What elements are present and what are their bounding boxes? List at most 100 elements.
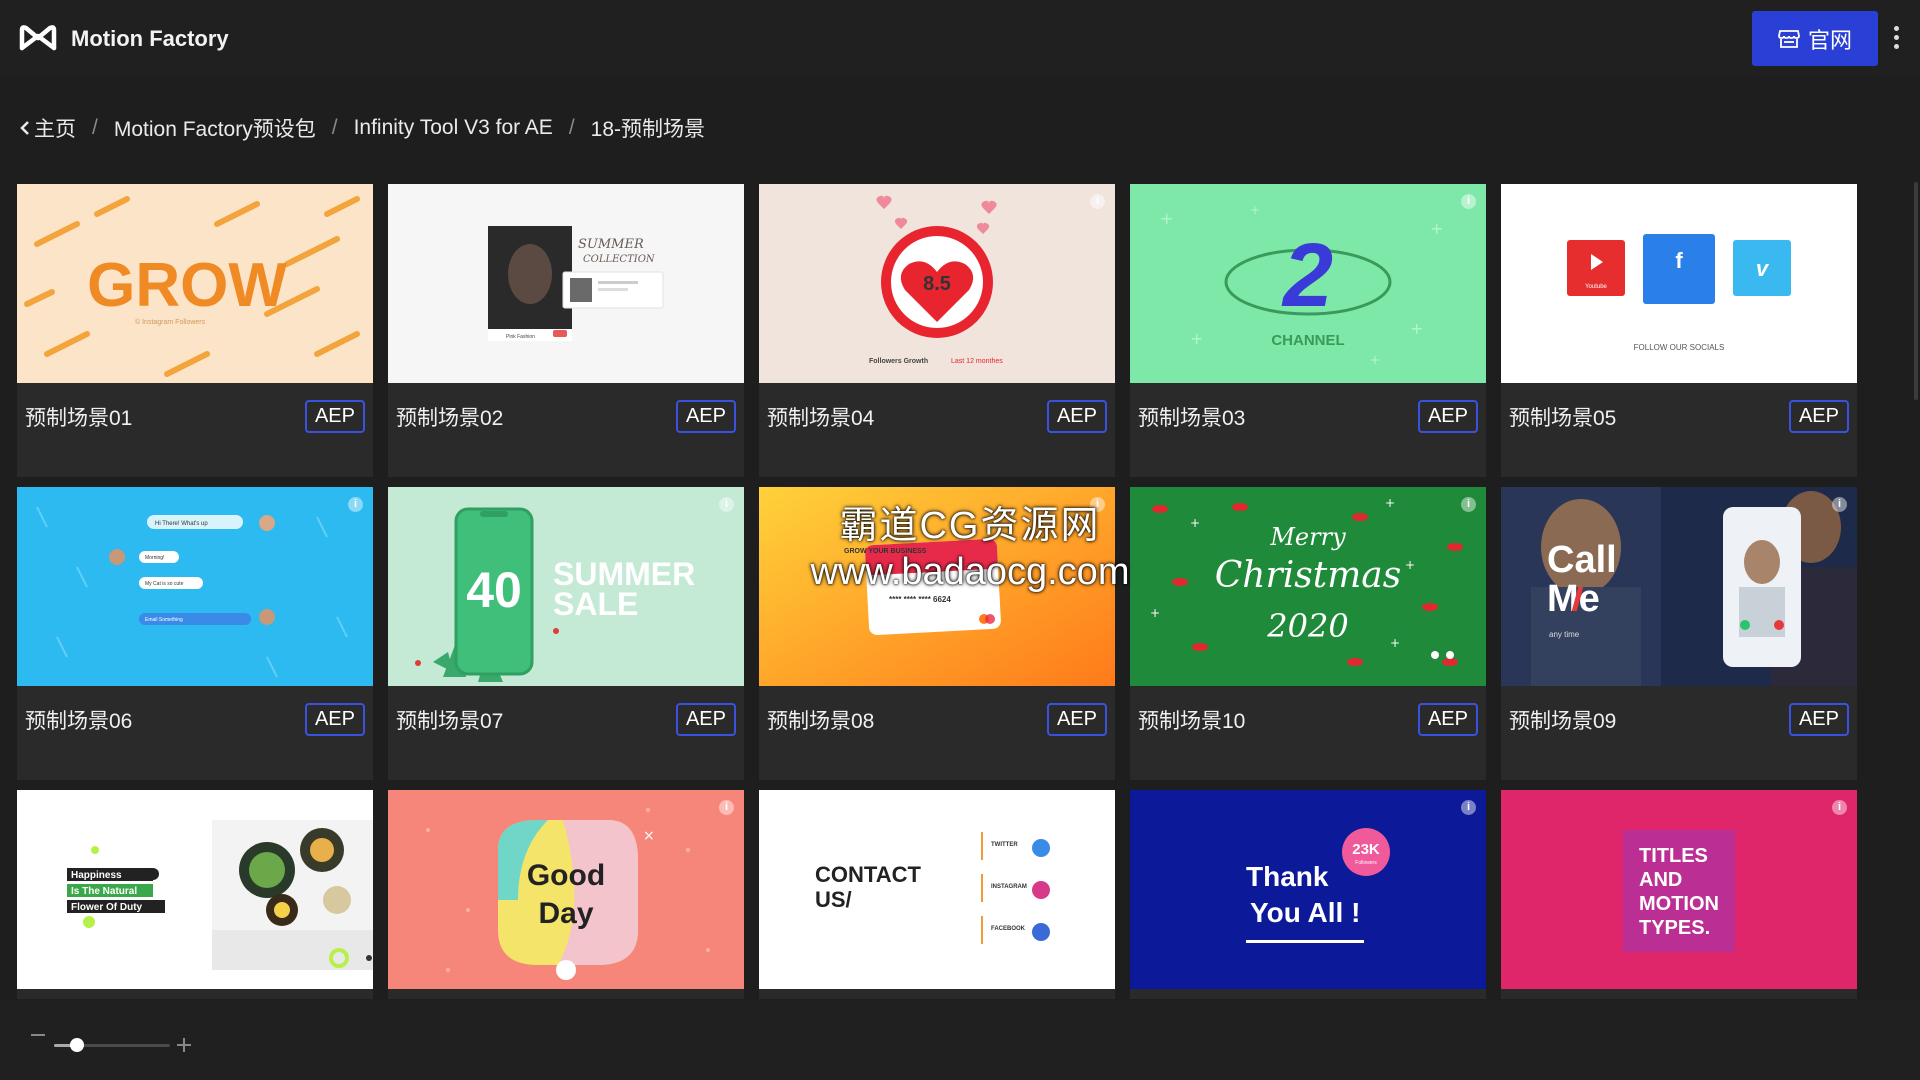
vertical-scrollbar[interactable] xyxy=(1914,182,1918,400)
breadcrumb-separator: / xyxy=(331,116,338,139)
file-type-badge: AEP xyxy=(675,400,736,433)
asset-thumbnail: GROW © Instagram Followers xyxy=(17,184,373,383)
svg-text:+: + xyxy=(1410,319,1423,338)
asset-name: 预制场景06 xyxy=(25,710,133,733)
info-icon[interactable]: i xyxy=(1090,194,1105,209)
svg-text:+: + xyxy=(1430,219,1443,238)
thumb-text: COLLECTION xyxy=(583,254,656,265)
thumb-text: GROW xyxy=(87,251,287,320)
asset-thumbnail: CONTACT US/ TWITTER INSTAGRAM FACEBOOK xyxy=(759,790,1115,989)
zoom-in-icon[interactable] xyxy=(177,1038,191,1052)
info-icon[interactable]: i xyxy=(1461,497,1476,512)
asset-card[interactable]: TITLES AND MOTION TYPES. i xyxy=(1501,790,1857,999)
asset-card[interactable]: Pink Fashion SUMMER COLLECTION 预制场景02 AE… xyxy=(388,184,744,477)
thumb-text: SUMMER xyxy=(578,237,644,252)
file-type-badge: AEP xyxy=(304,400,365,433)
thumb-text: Hi There! What's up xyxy=(155,521,208,527)
chevron-left-icon xyxy=(20,121,29,135)
asset-card[interactable]: Happiness Is The Natural Flower Of Duty xyxy=(17,790,373,999)
asset-thumbnail: Call Me any time xyxy=(1501,487,1857,686)
svg-text:×: × xyxy=(643,828,655,844)
file-type-badge: AEP xyxy=(1417,703,1478,736)
thumb-text: INSTAGRAM xyxy=(991,884,1027,890)
info-icon[interactable]: i xyxy=(719,800,734,815)
asset-card[interactable]: + + + + + + 2 CHANNEL i 预制场景03 AEP xyxy=(1130,184,1486,477)
file-type-badge: AEP xyxy=(1046,703,1107,736)
thumb-text: AND xyxy=(1639,869,1682,891)
asset-thumbnail: Good Day × xyxy=(388,790,744,989)
asset-name: 预制场景01 xyxy=(25,407,133,430)
file-type-badge: AEP xyxy=(304,703,365,736)
thumb-text: Followers Growth xyxy=(869,358,928,365)
breadcrumb-preset-pack[interactable]: Motion Factory预设包 xyxy=(114,113,316,143)
thumb-text: TITLES xyxy=(1639,845,1708,867)
thumb-text: MOTION xyxy=(1639,893,1719,915)
thumb-text: TWITTER xyxy=(991,842,1018,848)
thumb-text: v xyxy=(1756,256,1770,281)
asset-name: 预制场景02 xyxy=(396,407,504,430)
asset-card[interactable]: Youtube f v FOLLOW OUR SOCIALS 预制场景05 AE… xyxy=(1501,184,1857,477)
asset-card[interactable]: Hi There! What's up Morning! My Cat is s… xyxy=(17,487,373,780)
asset-card[interactable]: GROW © Instagram Followers 预制场景01 AEP xyxy=(17,184,373,477)
thumb-text: Day xyxy=(538,897,593,930)
thumb-text: Good xyxy=(527,859,605,892)
asset-thumbnail: Hi There! What's up Morning! My Cat is s… xyxy=(17,487,373,686)
thumb-text: Followers xyxy=(1355,860,1377,866)
breadcrumb-separator: / xyxy=(92,116,98,139)
breadcrumb-infinity-tool[interactable]: Infinity Tool V3 for AE xyxy=(354,116,553,140)
breadcrumb-home-label: 主页 xyxy=(34,118,76,141)
asset-card[interactable]: Call Me any time i 预制场景09 AEP xyxy=(1501,487,1857,780)
zoom-out-icon[interactable] xyxy=(31,1034,45,1036)
thumb-text: GROW YOUR BUSINESS xyxy=(844,548,927,555)
file-type-badge: AEP xyxy=(1417,400,1478,433)
thumb-text: CONTACT xyxy=(815,862,921,887)
official-site-label: 官网 xyxy=(1807,27,1852,53)
breadcrumb-home[interactable]: 主页 xyxy=(20,113,76,143)
info-icon[interactable]: i xyxy=(348,497,363,512)
thumb-text: SALE xyxy=(553,586,638,622)
file-type-badge: AEP xyxy=(1788,703,1849,736)
svg-text:+: + xyxy=(1160,209,1173,228)
svg-text:+: + xyxy=(1250,203,1260,217)
asset-card[interactable]: 23K Followers Thank You All ! i xyxy=(1130,790,1486,999)
asset-name: 预制场景08 xyxy=(767,710,875,733)
thumb-text: Merry xyxy=(1269,523,1346,551)
bottom-bar xyxy=(0,1000,1920,1080)
asset-name: 预制场景04 xyxy=(767,407,875,430)
official-site-button[interactable]: 官网 xyxy=(1752,11,1878,66)
info-icon[interactable]: i xyxy=(719,497,734,512)
asset-card[interactable]: 8.5 Followers Growth Last 12 monthes i 预… xyxy=(759,184,1115,477)
thumb-text: 2 xyxy=(1281,226,1333,326)
svg-text:+: + xyxy=(1390,636,1400,650)
asset-thumbnail: 23K Followers Thank You All ! xyxy=(1130,790,1486,989)
asset-thumbnail: Happiness Is The Natural Flower Of Duty xyxy=(17,790,373,989)
asset-card[interactable]: Good Day × i xyxy=(388,790,744,999)
info-icon[interactable]: i xyxy=(1090,497,1105,512)
info-icon[interactable]: i xyxy=(1461,800,1476,815)
infinity-m-logo-icon[interactable] xyxy=(18,22,58,54)
more-menu-icon[interactable] xyxy=(1890,26,1902,52)
asset-card[interactable]: CONTACT US/ TWITTER INSTAGRAM FACEBOOK xyxy=(759,790,1115,999)
top-bar: Motion Factory 官网 xyxy=(0,0,1920,77)
info-icon[interactable]: i xyxy=(1461,194,1476,209)
asset-thumbnail: 40 SUMMER SALE xyxy=(388,487,744,686)
file-type-badge: AEP xyxy=(1046,400,1107,433)
thumb-text: FACEBOOK xyxy=(991,926,1026,932)
info-icon[interactable]: i xyxy=(1832,497,1847,512)
info-icon[interactable]: i xyxy=(1832,800,1847,815)
breadcrumb-separator: / xyxy=(568,116,575,139)
asset-card[interactable]: 40 SUMMER SALE i 预制场景07 AEP xyxy=(388,487,744,780)
asset-grid: GROW © Instagram Followers 预制场景01 AEP Pi… xyxy=(17,184,1860,999)
asset-card[interactable]: GROW YOUR BUSINESS **** **** **** 6624 i… xyxy=(759,487,1115,780)
thumb-text: Christmas xyxy=(1215,555,1401,596)
asset-card[interactable]: + + + + + Merry Christmas 2020 i 预制场景10 AEP xyxy=(1130,487,1486,780)
asset-name: 预制场景03 xyxy=(1138,407,1246,430)
thumb-text: Thank xyxy=(1246,861,1329,892)
asset-name: 预制场景07 xyxy=(396,710,504,733)
svg-text:+: + xyxy=(1405,558,1415,572)
thumb-text: Is The Natural xyxy=(71,886,137,897)
thumb-text: Morning! xyxy=(145,555,164,561)
thumb-text: 23K xyxy=(1352,841,1380,858)
svg-text:+: + xyxy=(1150,606,1160,620)
thumb-text: Last 12 monthes xyxy=(951,358,1003,365)
